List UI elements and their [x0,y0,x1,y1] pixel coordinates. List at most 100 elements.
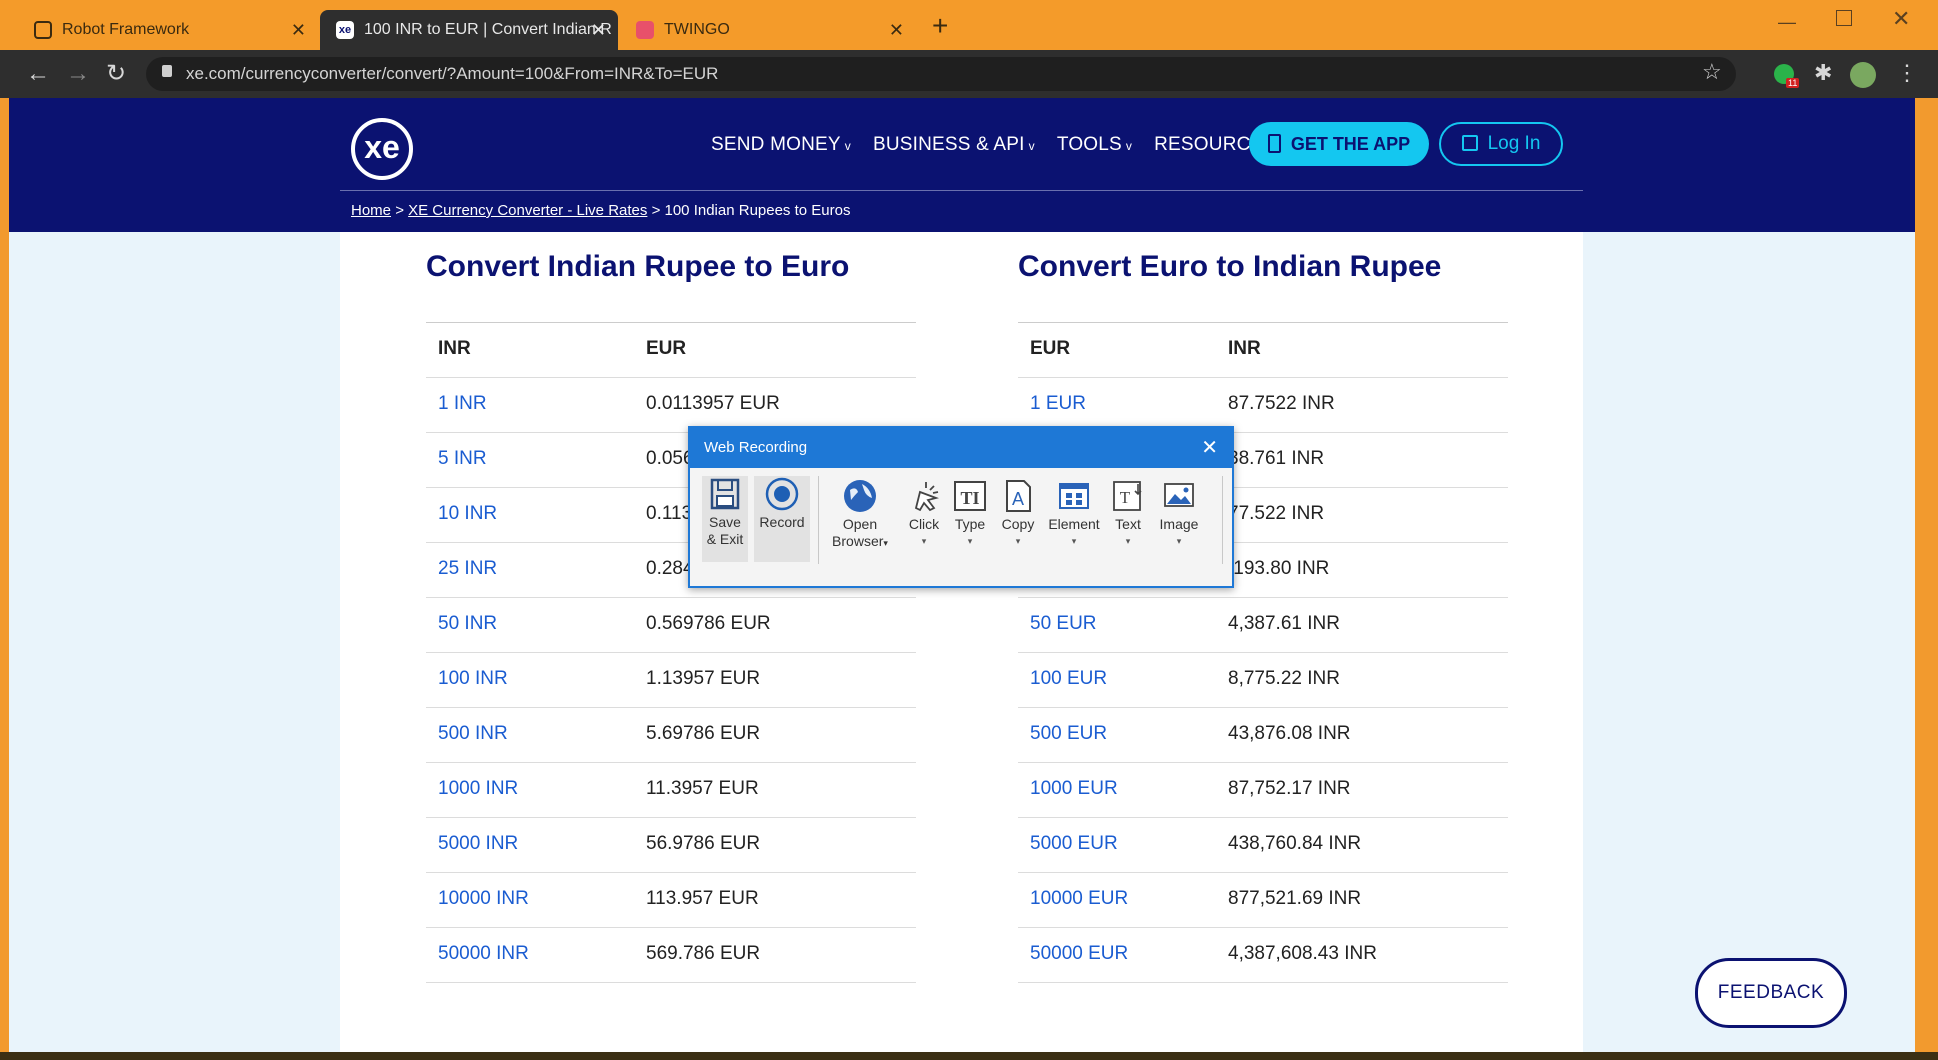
web-recording-dialog: Web Recording ✕ Save & Exit Record Open … [688,426,1234,588]
amount-link[interactable]: 5 INR [438,448,487,470]
button-label: Text [1115,516,1141,532]
converted-value: 43,876.08 INR [1228,723,1351,744]
xe-logo[interactable]: xe [351,118,413,180]
converted-value: 113.957 EUR [646,888,759,909]
robot-framework-favicon-icon [34,21,52,39]
toolbar-separator [1222,476,1223,564]
login-label: Log In [1487,133,1541,154]
avatar[interactable] [1850,62,1876,88]
amount-link[interactable]: 25 INR [438,558,497,580]
amount-link[interactable]: 500 EUR [1030,723,1107,745]
back-icon[interactable]: ← [26,50,50,98]
amount-link[interactable]: 50 EUR [1030,613,1097,635]
extension-badge: 11 [1786,78,1800,88]
close-icon[interactable]: ✕ [1201,428,1218,468]
close-icon[interactable]: ✕ [889,10,904,50]
nav-label: SEND MONEY [711,134,841,155]
get-the-app-button[interactable]: GET THE APP [1249,122,1429,166]
new-tab-icon[interactable]: + [932,10,948,42]
breadcrumb: Home > XE Currency Converter - Live Rate… [351,202,850,219]
amount-link[interactable]: 50000 EUR [1030,943,1128,965]
amount-link[interactable]: 1000 INR [438,778,518,800]
type-button[interactable]: TI Type ▾ [950,478,990,550]
table-row: 1000 INR 11.3957 EUR [426,763,916,818]
breadcrumb-separator: > [651,202,661,219]
url-text: xe.com/currencyconverter/convert/?Amount… [186,64,719,83]
feedback-button[interactable]: FEEDBACK [1695,958,1847,1028]
nav-send-money[interactable]: SEND MONEY v [711,134,851,156]
forward-icon[interactable]: → [66,50,90,98]
element-grid-icon [1059,483,1089,509]
amount-link[interactable]: 10000 INR [438,888,529,910]
dropdown-arrow-icon: ▾ [967,536,973,546]
element-button[interactable]: Element ▾ [1044,478,1104,550]
breadcrumb-current: 100 Indian Rupees to Euros [664,202,851,219]
converted-value: 0.056 [646,448,694,469]
lock-icon [162,65,172,77]
tab-twingo[interactable]: TWINGO ✕ [620,10,916,50]
close-icon[interactable]: ✕ [591,10,606,50]
amount-link[interactable]: 100 EUR [1030,668,1107,690]
left-table-title: Convert Indian Rupee to Euro [426,250,850,283]
record-button[interactable]: Record [754,476,810,562]
tab-robot-framework[interactable]: Robot Framework ✕ [18,10,318,50]
column-header: INR [1228,338,1261,359]
button-label-2: & Exit [706,531,744,547]
dropdown-arrow-icon: ▾ [1176,536,1182,546]
converted-value: 38.761 INR [1228,448,1325,469]
open-browser-button[interactable]: Open Browser▾ [828,478,892,552]
reload-icon[interactable]: ↻ [106,50,126,98]
bookmark-star-icon[interactable]: ☆ [1702,59,1722,85]
breadcrumb-converter-link[interactable]: XE Currency Converter - Live Rates [408,202,647,219]
amount-link[interactable]: 50 INR [438,613,497,635]
click-button[interactable]: Click ▾ [902,478,946,550]
chevron-down-icon: v [1125,139,1133,153]
save-exit-button[interactable]: Save & Exit [702,476,748,562]
menu-kebab-icon[interactable]: ⋮ [1896,60,1918,86]
image-button[interactable]: Image ▾ [1154,478,1204,550]
login-button[interactable]: Log In [1439,122,1563,166]
converted-value: 0.569786 EUR [646,613,771,634]
column-header: EUR [1030,338,1071,359]
button-label: Image [1159,516,1199,532]
table-row: 10000 EUR 877,521.69 INR [1018,873,1508,928]
converted-value: 87,752.17 INR [1228,778,1351,799]
table-row: 100 INR 1.13957 EUR [426,653,916,708]
text-button[interactable]: T Text ▾ [1110,478,1146,550]
amount-link[interactable]: 1000 EUR [1030,778,1118,800]
copy-button[interactable]: A Copy ▾ [996,478,1040,550]
nav-tools[interactable]: TOOLS v [1057,134,1132,156]
nav-business-api[interactable]: BUSINESS & API v [873,134,1035,156]
dropdown-arrow-icon: ▾ [921,536,927,546]
amount-link[interactable]: 5000 INR [438,833,518,855]
xe-favicon-icon: xe [336,21,354,39]
window-close-icon[interactable]: ✕ [1892,6,1910,32]
amount-link[interactable]: 1 INR [438,393,487,415]
column-header: INR [438,338,471,359]
chevron-down-icon: v [844,139,851,153]
button-label: Element [1048,516,1100,532]
amount-link[interactable]: 100 INR [438,668,508,690]
table-row: 50000 INR 569.786 EUR [426,928,916,983]
breadcrumb-home-link[interactable]: Home [351,202,391,219]
table-row: 500 INR 5.69786 EUR [426,708,916,763]
restore-icon[interactable] [1836,10,1852,26]
amount-link[interactable]: 50000 INR [438,943,529,965]
puzzle-icon[interactable]: ✱ [1814,60,1832,86]
amount-link[interactable]: 500 INR [438,723,508,745]
get-app-label: GET THE APP [1290,134,1411,154]
minimize-icon[interactable]: — [1778,12,1796,33]
address-bar[interactable]: xe.com/currencyconverter/convert/?Amount… [146,57,1736,91]
image-icon [1164,483,1194,507]
amount-link[interactable]: 10 INR [438,503,497,525]
toolbar-separator [818,476,819,564]
tab-xe-converter[interactable]: xe 100 INR to EUR | Convert Indian R ✕ [320,10,618,50]
amount-link[interactable]: 1 EUR [1030,393,1086,415]
close-icon[interactable]: ✕ [291,10,306,50]
table-row: 50000 EUR 4,387,608.43 INR [1018,928,1508,983]
table-row: 1 EUR 87.7522 INR [1018,378,1508,433]
amount-link[interactable]: 10000 EUR [1030,888,1128,910]
table-row: 500 EUR 43,876.08 INR [1018,708,1508,763]
button-label: Save [709,514,741,530]
amount-link[interactable]: 5000 EUR [1030,833,1118,855]
